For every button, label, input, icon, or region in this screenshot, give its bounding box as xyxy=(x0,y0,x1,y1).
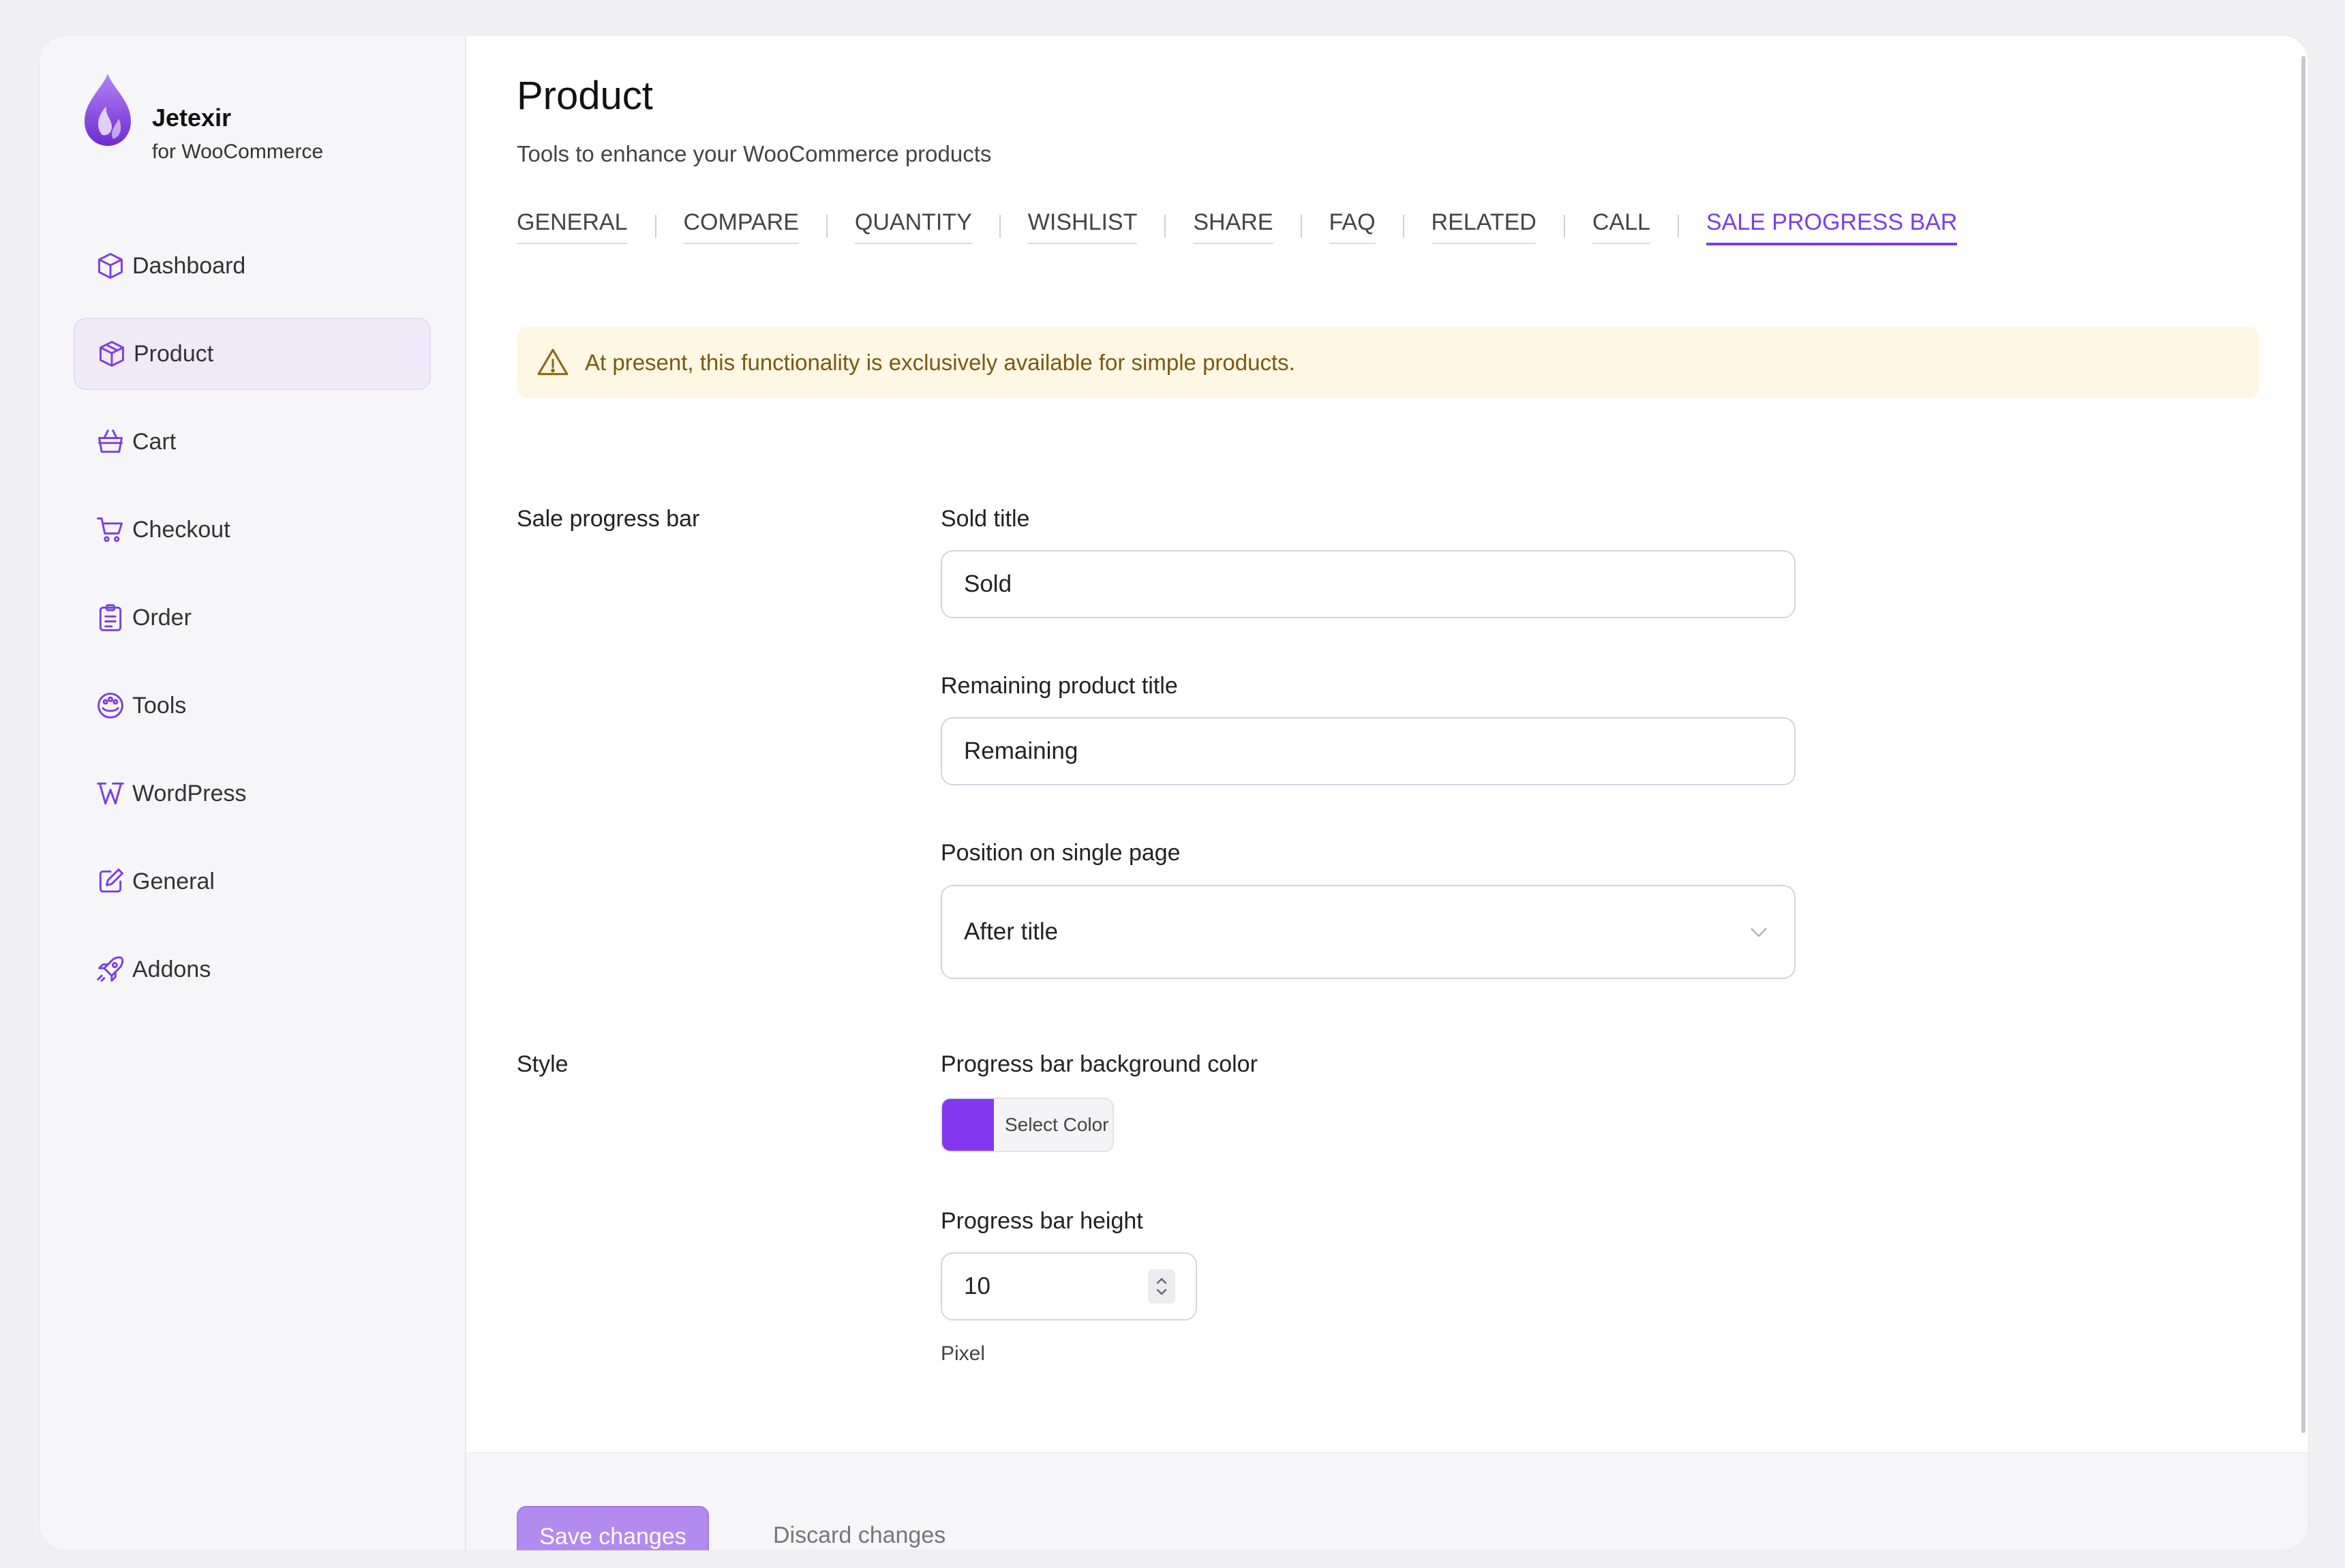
rocket-icon xyxy=(95,954,125,984)
tab-faq[interactable]: FAQ xyxy=(1329,209,1376,244)
sidebar-item-label: Tools xyxy=(132,692,187,719)
sidebar-item-label: Checkout xyxy=(132,516,230,543)
tab-compare[interactable]: COMPARE xyxy=(683,209,799,244)
sidebar-item-label: Cart xyxy=(132,428,177,455)
tab-divider xyxy=(1402,215,1404,238)
sidebar-item-addons[interactable]: Addons xyxy=(74,933,431,1006)
save-button[interactable]: Save changes xyxy=(517,1506,709,1550)
sidebar: Jetexir for WooCommerce Dashboard Produc… xyxy=(40,35,466,1550)
tab-quantity[interactable]: QUANTITY xyxy=(854,209,972,244)
remaining-title-input[interactable]: Remaining xyxy=(941,717,1796,785)
select-color-button[interactable]: Select Color xyxy=(994,1099,1109,1151)
sidebar-item-tools[interactable]: Tools xyxy=(74,669,431,742)
position-select-value: After title xyxy=(964,918,1059,945)
tab-divider xyxy=(654,215,656,238)
stepper-arrows-icon[interactable] xyxy=(1148,1269,1175,1303)
sold-title-input[interactable]: Sold xyxy=(941,550,1796,618)
color-swatch[interactable] xyxy=(942,1099,994,1151)
position-label: Position on single page xyxy=(941,840,1181,866)
brand-subtitle: for WooCommerce xyxy=(152,140,324,163)
page-title: Product xyxy=(517,74,653,118)
section-label-sale-progress-bar: Sale progress bar xyxy=(517,506,700,532)
tab-related[interactable]: RELATED xyxy=(1431,209,1537,244)
box-icon xyxy=(95,251,125,281)
sidebar-item-label: General xyxy=(132,868,215,894)
position-select[interactable]: After title xyxy=(941,885,1796,979)
tab-share[interactable]: SHARE xyxy=(1193,209,1273,244)
height-value: 10 xyxy=(964,1273,990,1299)
sidebar-item-label: Dashboard xyxy=(132,252,246,279)
clipboard-icon xyxy=(95,603,125,633)
sidebar-nav: Dashboard Product Cart Checkout Order To… xyxy=(74,230,431,1021)
cart-icon xyxy=(95,515,125,545)
discard-button[interactable]: Discard changes xyxy=(773,1522,945,1549)
sidebar-item-checkout[interactable]: Checkout xyxy=(74,494,431,566)
tab-divider xyxy=(1300,215,1302,238)
sidebar-item-label: Order xyxy=(132,604,192,631)
sidebar-item-label: WordPress xyxy=(132,780,247,806)
remaining-title-label: Remaining product title xyxy=(941,673,1178,699)
sidebar-item-cart[interactable]: Cart xyxy=(74,406,431,478)
color-picker[interactable]: Select Color xyxy=(941,1098,1114,1152)
sidebar-item-order[interactable]: Order xyxy=(74,582,431,654)
page-subtitle: Tools to enhance your WooCommerce produc… xyxy=(517,141,992,166)
tab-sale-progress-bar[interactable]: SALE PROGRESS BAR xyxy=(1706,209,1958,245)
box-icon xyxy=(97,339,127,369)
notice-text: At present, this functionality is exclus… xyxy=(585,350,1295,375)
sidebar-item-label: Addons xyxy=(132,956,211,982)
tab-divider xyxy=(826,215,828,238)
height-unit-hint: Pixel xyxy=(941,1342,986,1365)
footer-bar: Save changes Discard changes xyxy=(466,1452,2308,1550)
sidebar-item-wordpress[interactable]: WordPress xyxy=(74,757,431,830)
height-label: Progress bar height xyxy=(941,1208,1143,1234)
tab-general[interactable]: GENERAL xyxy=(517,209,628,244)
section-label-style: Style xyxy=(517,1051,569,1077)
sidebar-item-label: Product xyxy=(134,340,214,367)
brand-name: Jetexir xyxy=(152,104,232,132)
height-number-input[interactable]: 10 xyxy=(941,1252,1197,1321)
sold-title-label: Sold title xyxy=(941,506,1030,532)
warning-icon xyxy=(536,346,570,380)
bg-color-label: Progress bar background color xyxy=(941,1051,1258,1077)
tab-divider xyxy=(999,215,1001,238)
main-content: Product Tools to enhance your WooCommerc… xyxy=(466,35,2308,1550)
tab-bar: GENERAL COMPARE QUANTITY WISHLIST SHARE … xyxy=(517,209,1958,245)
sidebar-item-general[interactable]: General xyxy=(74,845,431,918)
tab-divider xyxy=(1563,215,1565,238)
tab-wishlist[interactable]: WISHLIST xyxy=(1027,209,1138,244)
wordpress-icon xyxy=(95,779,125,809)
sidebar-item-product[interactable]: Product xyxy=(74,318,431,390)
flame-logo-icon xyxy=(82,68,134,150)
app-window: Jetexir for WooCommerce Dashboard Produc… xyxy=(39,35,2309,1551)
palette-icon xyxy=(95,691,125,721)
tab-divider xyxy=(1677,215,1679,238)
tab-divider xyxy=(1164,215,1166,238)
notice-banner: At present, this functionality is exclus… xyxy=(517,327,2259,398)
basket-icon xyxy=(95,427,125,457)
edit-icon xyxy=(95,866,125,896)
sidebar-item-dashboard[interactable]: Dashboard xyxy=(74,230,431,302)
chevron-down-icon xyxy=(1746,920,1771,944)
tab-call[interactable]: CALL xyxy=(1592,209,1650,244)
scrollbar[interactable] xyxy=(2301,56,2305,1433)
